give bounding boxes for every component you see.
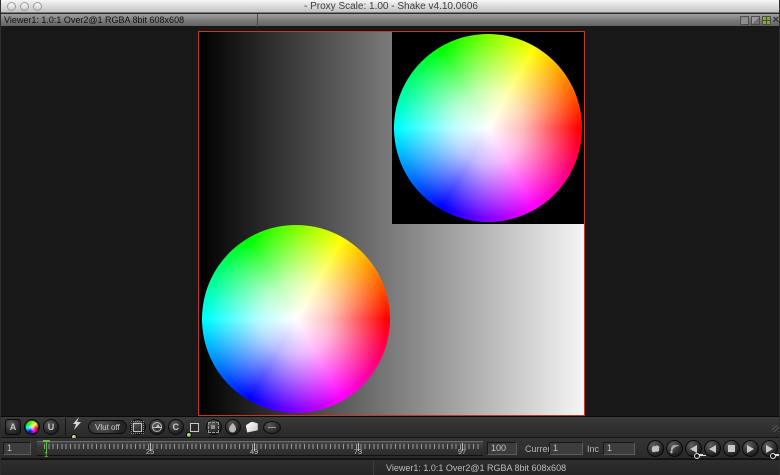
end-frame-field[interactable]: 100 xyxy=(487,442,517,455)
viewer-canvas[interactable] xyxy=(1,27,780,416)
tick-label: 49 xyxy=(250,448,258,455)
split-viewer-icon[interactable] xyxy=(751,16,760,25)
start-frame-field[interactable]: 1 xyxy=(3,442,31,455)
composite-image[interactable] xyxy=(198,31,585,416)
increment-field[interactable]: 1 xyxy=(603,442,635,455)
dod-icon xyxy=(208,422,219,433)
lightning-icon xyxy=(72,417,82,430)
stop-button[interactable] xyxy=(723,440,740,457)
flipbook-button[interactable] xyxy=(647,440,664,457)
key-icon xyxy=(694,452,703,458)
progress-update-toggle[interactable] xyxy=(72,417,84,437)
triangle-left-icon xyxy=(709,445,716,453)
split-compare-icon xyxy=(152,422,162,432)
key-icon xyxy=(770,452,779,458)
viewer-tab[interactable]: Viewer1: 1.0:1 Over2@1 RGBA 8bit 608x608 xyxy=(1,14,258,27)
timeline-ruler[interactable]: 25 49 73 97 1 xyxy=(37,441,483,456)
resize-grip[interactable] xyxy=(772,425,779,432)
toolbar-separator xyxy=(65,418,66,436)
color-wheel-bottom-left xyxy=(202,225,390,413)
save-image-button[interactable] xyxy=(244,419,260,435)
color-wheel-top-right xyxy=(394,34,582,222)
render-button[interactable] xyxy=(666,440,683,457)
viewer-toolbar: A U Vlut off C xyxy=(1,416,780,438)
playhead[interactable]: 1 xyxy=(43,440,50,457)
color-wheel-icon xyxy=(26,421,38,433)
shake-window: - Proxy Scale: 1.00 - Shake v4.10.0606 V… xyxy=(0,0,780,475)
flipbook-icon xyxy=(650,443,661,454)
film-roll-button[interactable] xyxy=(263,421,281,434)
play-forward-keyframe-button[interactable] xyxy=(761,440,778,457)
roi-toggle-button[interactable] xyxy=(187,419,203,435)
render-flipbook-button[interactable] xyxy=(225,419,241,435)
frame-icon xyxy=(133,423,142,432)
stop-icon xyxy=(728,445,735,452)
viewer-lut-button[interactable]: Vlut off xyxy=(88,420,127,434)
viewer-tab-bar: Viewer1: 1.0:1 Over2@1 RGBA 8bit 608x608… xyxy=(1,13,780,27)
play-reverse-button[interactable] xyxy=(704,440,721,457)
time-bar: 1 25 49 73 97 1 100 Current 1 Inc 1 xyxy=(1,438,780,459)
minor-ticks xyxy=(44,444,479,449)
transport-controls xyxy=(647,440,778,457)
inc-label: Inc xyxy=(587,444,599,454)
tick-label: 25 xyxy=(146,448,154,455)
channel-select-button[interactable] xyxy=(24,419,40,435)
current-frame-field[interactable]: 1 xyxy=(549,442,583,455)
roi-icon xyxy=(190,423,199,432)
compare-split-button[interactable] xyxy=(149,419,165,435)
update-buffer-button[interactable]: U xyxy=(43,419,59,435)
tick-label: 73 xyxy=(354,448,362,455)
grid-toggle-icon[interactable] xyxy=(762,16,771,25)
close-viewer-icon[interactable]: × xyxy=(773,16,779,25)
tick-label: 97 xyxy=(458,448,466,455)
flame-icon xyxy=(227,422,238,433)
status-bar: Viewer1: 1.0:1 Over2@1 RGBA 8bit 608x608 xyxy=(1,459,780,475)
viewer-tab-controls: × xyxy=(740,16,779,25)
play-forward-button[interactable] xyxy=(742,440,759,457)
detach-viewer-icon[interactable] xyxy=(740,16,749,25)
dod-button[interactable] xyxy=(206,419,222,435)
status-divider xyxy=(373,460,374,475)
playhead-frame-label: 1 xyxy=(44,451,48,458)
titlebar: - Proxy Scale: 1.00 - Shake v4.10.0606 xyxy=(1,0,780,13)
page-icon xyxy=(246,422,258,433)
status-text: Viewer1: 1.0:1 Over2@1 RGBA 8bit 608x608 xyxy=(386,463,566,473)
triangle-right-icon xyxy=(747,445,754,453)
alpha-view-button[interactable]: A xyxy=(5,419,21,435)
compare-mode-button[interactable]: C xyxy=(168,419,184,435)
play-reverse-keyframe-button[interactable] xyxy=(685,440,702,457)
window-title: - Proxy Scale: 1.00 - Shake v4.10.0606 xyxy=(1,1,780,12)
broadcast-monitor-button[interactable] xyxy=(130,419,146,435)
render-icon xyxy=(669,443,680,454)
